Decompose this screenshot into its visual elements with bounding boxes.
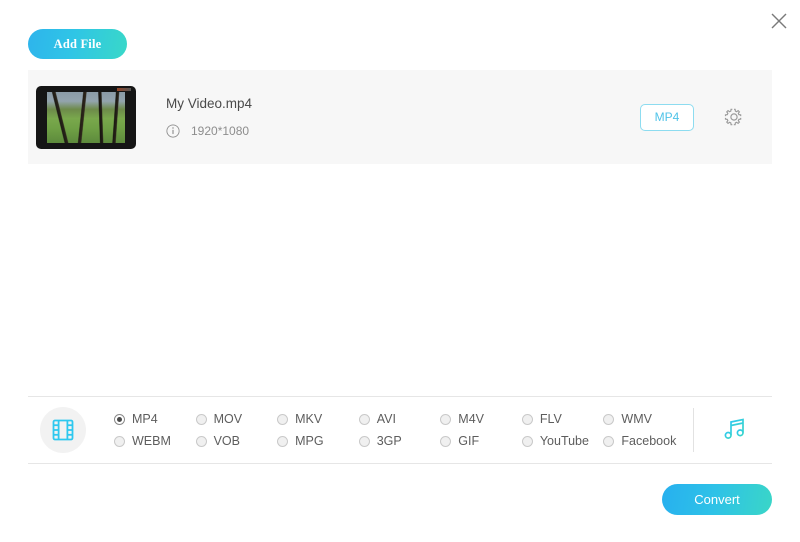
format-option-label: MPG	[295, 434, 324, 448]
video-thumbnail	[36, 85, 136, 149]
radio-icon	[358, 435, 370, 447]
radio-icon	[195, 435, 207, 447]
format-option-gif[interactable]: GIF	[440, 434, 522, 448]
format-option-label: GIF	[458, 434, 480, 448]
close-icon	[771, 13, 787, 29]
format-option-flv[interactable]: FLV	[521, 412, 604, 426]
video-category-button[interactable]	[40, 407, 86, 453]
close-window-button[interactable]	[763, 5, 795, 37]
output-format-panel: MP4 MOV MKV AVI M4V FLV WMV WEBM VOB MPG…	[28, 396, 772, 464]
format-option-mp4[interactable]: MP4	[114, 412, 196, 426]
format-option-label: AVI	[376, 412, 396, 426]
radio-icon	[195, 413, 207, 425]
format-option-3gp[interactable]: 3GP	[358, 434, 441, 448]
add-file-button[interactable]: Add File	[28, 29, 127, 59]
format-option-facebook[interactable]: Facebook	[603, 434, 685, 448]
radio-icon	[358, 413, 370, 425]
file-name-label: My Video.mp4	[166, 96, 253, 111]
format-options-grid: MP4 MOV MKV AVI M4V FLV WMV WEBM VOB MPG…	[114, 408, 685, 452]
film-strip-icon	[52, 419, 74, 441]
radio-icon	[440, 435, 452, 447]
radio-icon	[521, 435, 533, 447]
radio-icon	[603, 413, 615, 425]
format-option-mkv[interactable]: MKV	[277, 412, 359, 426]
thumbnail-image	[47, 91, 125, 143]
output-format-badge[interactable]: MP4	[640, 103, 694, 131]
file-list-item[interactable]: My Video.mp4 1920*1080 MP4	[28, 70, 772, 164]
format-option-label: 3GP	[376, 434, 402, 448]
format-option-label: WMV	[621, 412, 652, 426]
radio-icon	[277, 435, 289, 447]
info-circle-icon[interactable]	[166, 124, 180, 138]
format-option-webm[interactable]: WEBM	[114, 434, 196, 448]
format-option-label: VOB	[213, 434, 240, 448]
file-detail-row: 1920*1080	[166, 124, 640, 138]
thumbnail-watermark	[117, 87, 131, 91]
format-option-youtube[interactable]: YouTube	[521, 434, 604, 448]
radio-icon	[114, 413, 125, 425]
music-note-icon	[724, 418, 744, 439]
format-option-label: MP4	[132, 412, 158, 426]
file-settings-button[interactable]	[722, 105, 746, 129]
radio-icon	[440, 413, 452, 425]
format-option-avi[interactable]: AVI	[358, 412, 441, 426]
video-converter-window: Add File My Video.mp4 1920*1080 MP4 MP4 …	[0, 0, 800, 542]
format-option-label: Facebook	[621, 434, 677, 448]
format-option-label: FLV	[539, 412, 562, 426]
file-resolution-label: 1920*1080	[191, 124, 250, 138]
radio-icon	[277, 413, 289, 425]
format-option-vob[interactable]: VOB	[195, 434, 278, 448]
format-option-label: MOV	[213, 412, 243, 426]
format-option-label: WEBM	[132, 434, 171, 448]
convert-button[interactable]: Convert	[662, 484, 772, 515]
gear-icon	[724, 108, 742, 126]
format-option-mpg[interactable]: MPG	[277, 434, 359, 448]
format-option-wmv[interactable]: WMV	[603, 412, 685, 426]
format-option-m4v[interactable]: M4V	[440, 412, 522, 426]
format-option-label: M4V	[458, 412, 484, 426]
panel-divider	[693, 408, 694, 452]
audio-category-button[interactable]	[716, 411, 754, 449]
format-option-label: MKV	[295, 412, 323, 426]
format-option-label: YouTube	[539, 434, 589, 448]
radio-icon	[114, 435, 125, 447]
file-info: My Video.mp4 1920*1080	[166, 96, 640, 138]
radio-icon	[521, 413, 533, 425]
format-option-mov[interactable]: MOV	[195, 412, 278, 426]
radio-icon	[603, 435, 615, 447]
